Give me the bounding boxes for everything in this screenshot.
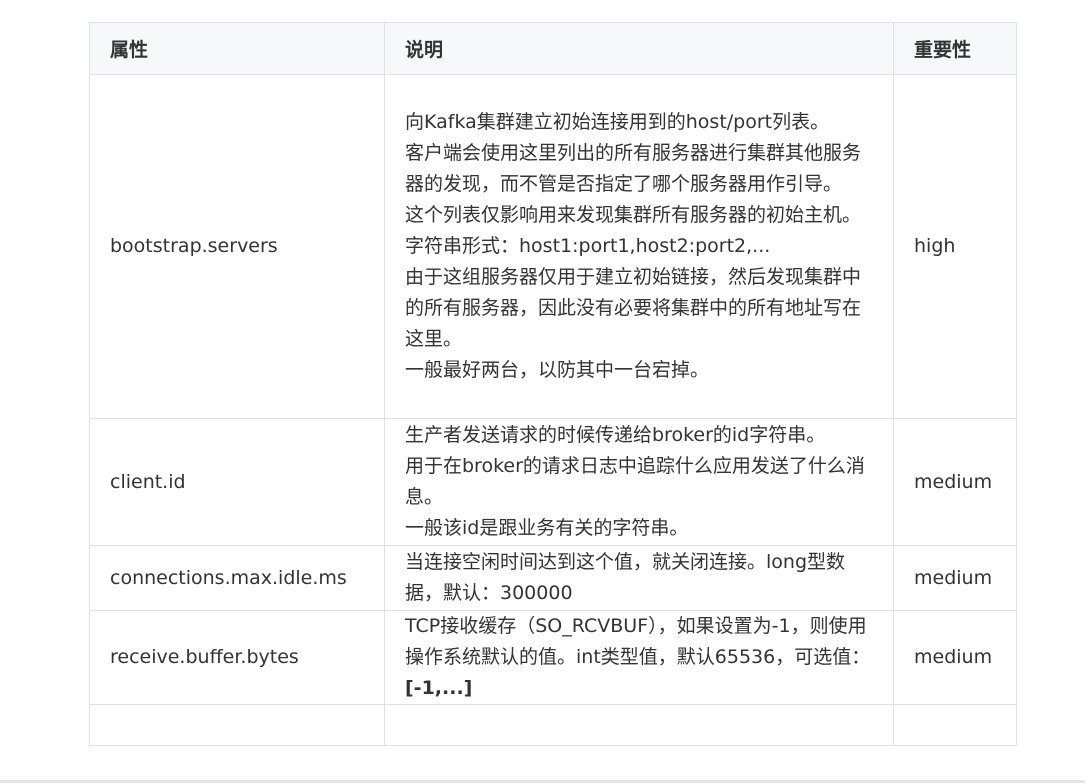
header-property: 属性 xyxy=(89,22,385,75)
property-cell: client.id xyxy=(89,418,385,546)
property-cell: connections.max.idle.ms xyxy=(89,545,385,611)
description-line: 当连接空闲时间达到这个值，就关闭连接。long型数据，默认：300000 xyxy=(405,551,846,604)
description-text: TCP接收缓存（SO_RCVBUF），如果设置为-1，则使用操作系统默认的值。i… xyxy=(405,615,871,668)
description-line: 字符串形式：host1:port1,host2:port2,... xyxy=(405,235,771,257)
description-line: 客户端会使用这里列出的所有服务器进行集群其他服务器的发现，而不管是否指定了哪个服… xyxy=(405,142,862,195)
property-cell: bootstrap.servers xyxy=(89,74,385,419)
header-importance: 重要性 xyxy=(893,22,1017,75)
kafka-producer-config-table: 属性 说明 重要性 bootstrap.servers 向Kafka集群建立初始… xyxy=(89,22,1017,746)
page: 属性 说明 重要性 bootstrap.servers 向Kafka集群建立初始… xyxy=(0,0,1085,783)
description-line: 一般该id是跟业务有关的字符串。 xyxy=(405,517,689,539)
table-row: client.id 生产者发送请求的时候传递给broker的id字符串。 用于在… xyxy=(89,418,1017,546)
importance-cell: medium xyxy=(893,545,1017,611)
table-row: receive.buffer.bytes TCP接收缓存（SO_RCVBUF），… xyxy=(89,610,1017,705)
description-line: 生产者发送请求的时候传递给broker的id字符串。 xyxy=(405,424,826,446)
property-cell: receive.buffer.bytes xyxy=(89,610,385,705)
table-row: bootstrap.servers 向Kafka集群建立初始连接用到的host/… xyxy=(89,74,1017,419)
description-line: 用于在broker的请求日志中追踪什么应用发送了什么消息。 xyxy=(405,455,865,508)
description-line: 一般最好两台，以防其中一台宕掉。 xyxy=(405,359,710,381)
description-cell: 生产者发送请求的时候传递给broker的id字符串。 用于在broker的请求日… xyxy=(384,418,894,546)
description-bold-value: [-1,...] xyxy=(405,677,473,699)
description-line: 由于这组服务器仅用于建立初始链接，然后发现集群中的所有服务器，因此没有必要将集群… xyxy=(405,266,862,350)
importance-cell: medium xyxy=(893,418,1017,546)
header-description: 说明 xyxy=(384,22,894,75)
table-header-row: 属性 说明 重要性 xyxy=(89,22,1017,75)
table-row: connections.max.idle.ms 当连接空闲时间达到这个值，就关闭… xyxy=(89,545,1017,611)
description-cell: TCP接收缓存（SO_RCVBUF），如果设置为-1，则使用操作系统默认的值。i… xyxy=(384,610,894,705)
importance-cell: high xyxy=(893,74,1017,419)
description-cell: 向Kafka集群建立初始连接用到的host/port列表。 客户端会使用这里列出… xyxy=(384,74,894,419)
description-line: 这个列表仅影响用来发现集群所有服务器的初始主机。 xyxy=(405,204,862,226)
description-cell: 当连接空闲时间达到这个值，就关闭连接。long型数据，默认：300000 xyxy=(384,545,894,611)
table-row-partial xyxy=(89,704,1017,746)
description-line: 向Kafka集群建立初始连接用到的host/port列表。 xyxy=(405,111,830,133)
importance-cell: medium xyxy=(893,610,1017,705)
